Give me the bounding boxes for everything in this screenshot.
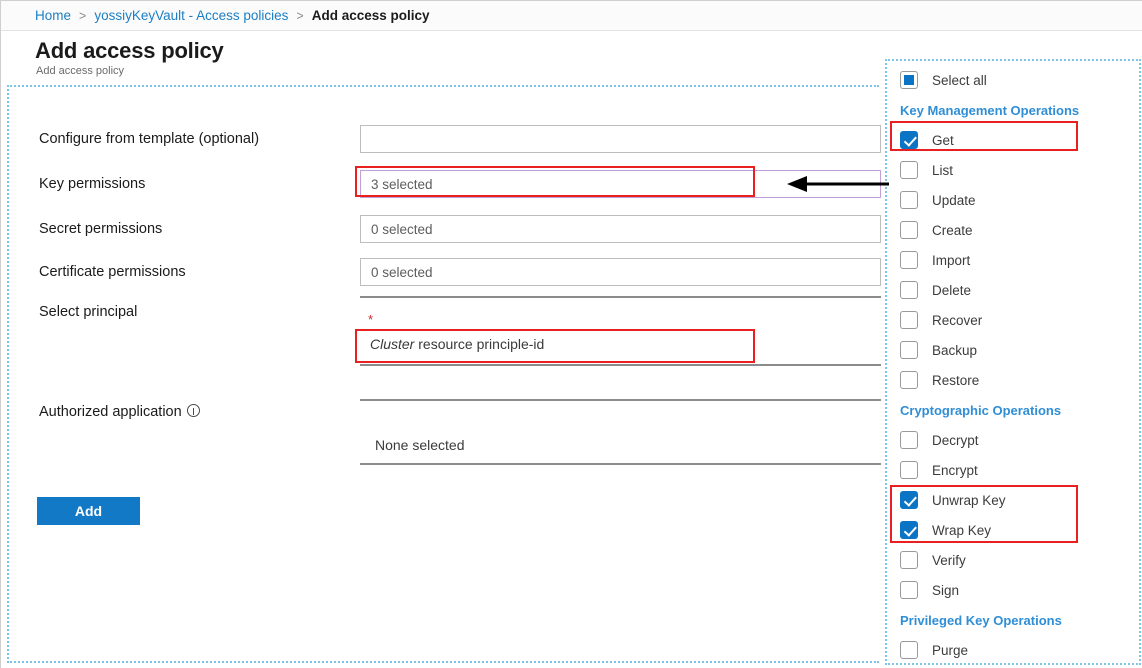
perm-row-unwrap-key[interactable]: Unwrap Key bbox=[887, 485, 1139, 515]
perm-row-decrypt[interactable]: Decrypt bbox=[887, 425, 1139, 455]
perm-row-purge[interactable]: Purge bbox=[887, 635, 1139, 663]
perm-row-delete[interactable]: Delete bbox=[887, 275, 1139, 305]
perm-row-wrap-key[interactable]: Wrap Key bbox=[887, 515, 1139, 545]
checkbox-verify[interactable] bbox=[900, 551, 918, 569]
page-subtitle: Add access policy bbox=[36, 65, 125, 77]
checkbox-create[interactable] bbox=[900, 221, 918, 239]
add-button[interactable]: Add bbox=[37, 497, 140, 525]
perm-label-wrap-key: Wrap Key bbox=[932, 522, 992, 538]
select-principal-value-emphasis: Cluster bbox=[370, 336, 415, 352]
label-key-permissions: Key permissions bbox=[39, 176, 146, 192]
perm-row-create[interactable]: Create bbox=[887, 215, 1139, 245]
checkbox-purge[interactable] bbox=[900, 641, 918, 659]
perm-label-get: Get bbox=[932, 132, 954, 148]
checkbox-update[interactable] bbox=[900, 191, 918, 209]
select-principal-value-rest: resource principle-id bbox=[414, 336, 545, 352]
perm-row-recover[interactable]: Recover bbox=[887, 305, 1139, 335]
perm-label-restore: Restore bbox=[932, 372, 980, 388]
required-asterisk: * bbox=[368, 312, 374, 327]
perm-label-update: Update bbox=[932, 192, 976, 208]
configure-from-template-field[interactable] bbox=[360, 125, 881, 153]
secret-permissions-field[interactable]: 0 selected bbox=[360, 215, 881, 243]
group-header-key-management: Key Management Operations bbox=[900, 102, 1080, 118]
checkbox-recover[interactable] bbox=[900, 311, 918, 329]
breadcrumb-separator: > bbox=[296, 8, 304, 23]
authorized-application-bottom-divider bbox=[360, 463, 881, 465]
perm-label-purge: Purge bbox=[932, 642, 969, 658]
authorized-application-value[interactable]: None selected bbox=[375, 437, 465, 453]
checkbox-get[interactable] bbox=[900, 131, 918, 149]
perm-row-list[interactable]: List bbox=[887, 155, 1139, 185]
select-principal-bottom-divider bbox=[360, 364, 881, 366]
perm-row-select-all[interactable]: Select all bbox=[887, 65, 1139, 95]
group-header-cryptographic: Cryptographic Operations bbox=[900, 402, 1062, 418]
perm-label-select-all: Select all bbox=[932, 72, 987, 88]
certificate-permissions-field[interactable]: 0 selected bbox=[360, 258, 881, 286]
perm-row-encrypt[interactable]: Encrypt bbox=[887, 455, 1139, 485]
perm-row-get[interactable]: Get bbox=[887, 125, 1139, 155]
info-icon[interactable] bbox=[186, 404, 200, 417]
perm-label-decrypt: Decrypt bbox=[932, 432, 979, 448]
checkbox-restore[interactable] bbox=[900, 371, 918, 389]
perm-label-delete: Delete bbox=[932, 282, 972, 298]
checkbox-wrap-key[interactable] bbox=[900, 521, 918, 539]
breadcrumb: Home > yossiyKeyVault - Access policies … bbox=[1, 1, 1142, 31]
key-permissions-dropdown-panel: Select all Key Management Operations Get… bbox=[885, 59, 1141, 665]
checkbox-backup[interactable] bbox=[900, 341, 918, 359]
perm-row-verify[interactable]: Verify bbox=[887, 545, 1139, 575]
group-header-privileged: Privileged Key Operations bbox=[900, 612, 1062, 628]
perm-label-sign: Sign bbox=[932, 582, 960, 598]
perm-label-create: Create bbox=[932, 222, 973, 238]
authorized-application-label-text: Authorized application bbox=[39, 404, 182, 420]
perm-label-list: List bbox=[932, 162, 954, 178]
key-permissions-field[interactable]: 3 selected bbox=[360, 170, 881, 198]
breadcrumb-item-home[interactable]: Home bbox=[35, 8, 71, 23]
perm-label-unwrap-key: Unwrap Key bbox=[932, 492, 1006, 508]
perm-row-restore[interactable]: Restore bbox=[887, 365, 1139, 395]
perm-label-backup: Backup bbox=[932, 342, 978, 358]
authorized-application-top-divider bbox=[360, 399, 881, 401]
perm-label-import: Import bbox=[932, 252, 971, 268]
perm-row-import[interactable]: Import bbox=[887, 245, 1139, 275]
label-certificate-permissions: Certificate permissions bbox=[39, 264, 186, 280]
perm-label-verify: Verify bbox=[932, 552, 966, 568]
form-content-region: Configure from template (optional) Key p… bbox=[7, 85, 881, 663]
checkbox-list[interactable] bbox=[900, 161, 918, 179]
select-principal-top-divider bbox=[360, 296, 881, 298]
checkbox-import[interactable] bbox=[900, 251, 918, 269]
page-title: Add access policy bbox=[35, 38, 224, 63]
checkbox-unwrap-key[interactable] bbox=[900, 491, 918, 509]
label-configure-from-template: Configure from template (optional) bbox=[39, 131, 260, 147]
label-authorized-application: Authorized application bbox=[39, 404, 200, 420]
checkbox-delete[interactable] bbox=[900, 281, 918, 299]
breadcrumb-item-current: Add access policy bbox=[311, 8, 430, 23]
select-principal-value[interactable]: Cluster resource principle-id bbox=[370, 336, 544, 352]
checkbox-select-all[interactable] bbox=[900, 71, 918, 89]
perm-row-backup[interactable]: Backup bbox=[887, 335, 1139, 365]
checkbox-sign[interactable] bbox=[900, 581, 918, 599]
breadcrumb-item-keyvault[interactable]: yossiyKeyVault - Access policies bbox=[94, 8, 288, 23]
perm-row-update[interactable]: Update bbox=[887, 185, 1139, 215]
perm-label-recover: Recover bbox=[932, 312, 983, 328]
perm-label-encrypt: Encrypt bbox=[932, 462, 978, 478]
checkbox-decrypt[interactable] bbox=[900, 431, 918, 449]
checkbox-encrypt[interactable] bbox=[900, 461, 918, 479]
perm-row-sign[interactable]: Sign bbox=[887, 575, 1139, 605]
azure-add-access-policy-screen: Home > yossiyKeyVault - Access policies … bbox=[0, 0, 1142, 668]
label-secret-permissions: Secret permissions bbox=[39, 221, 163, 237]
label-select-principal: Select principal bbox=[39, 304, 138, 320]
breadcrumb-separator: > bbox=[79, 8, 87, 23]
